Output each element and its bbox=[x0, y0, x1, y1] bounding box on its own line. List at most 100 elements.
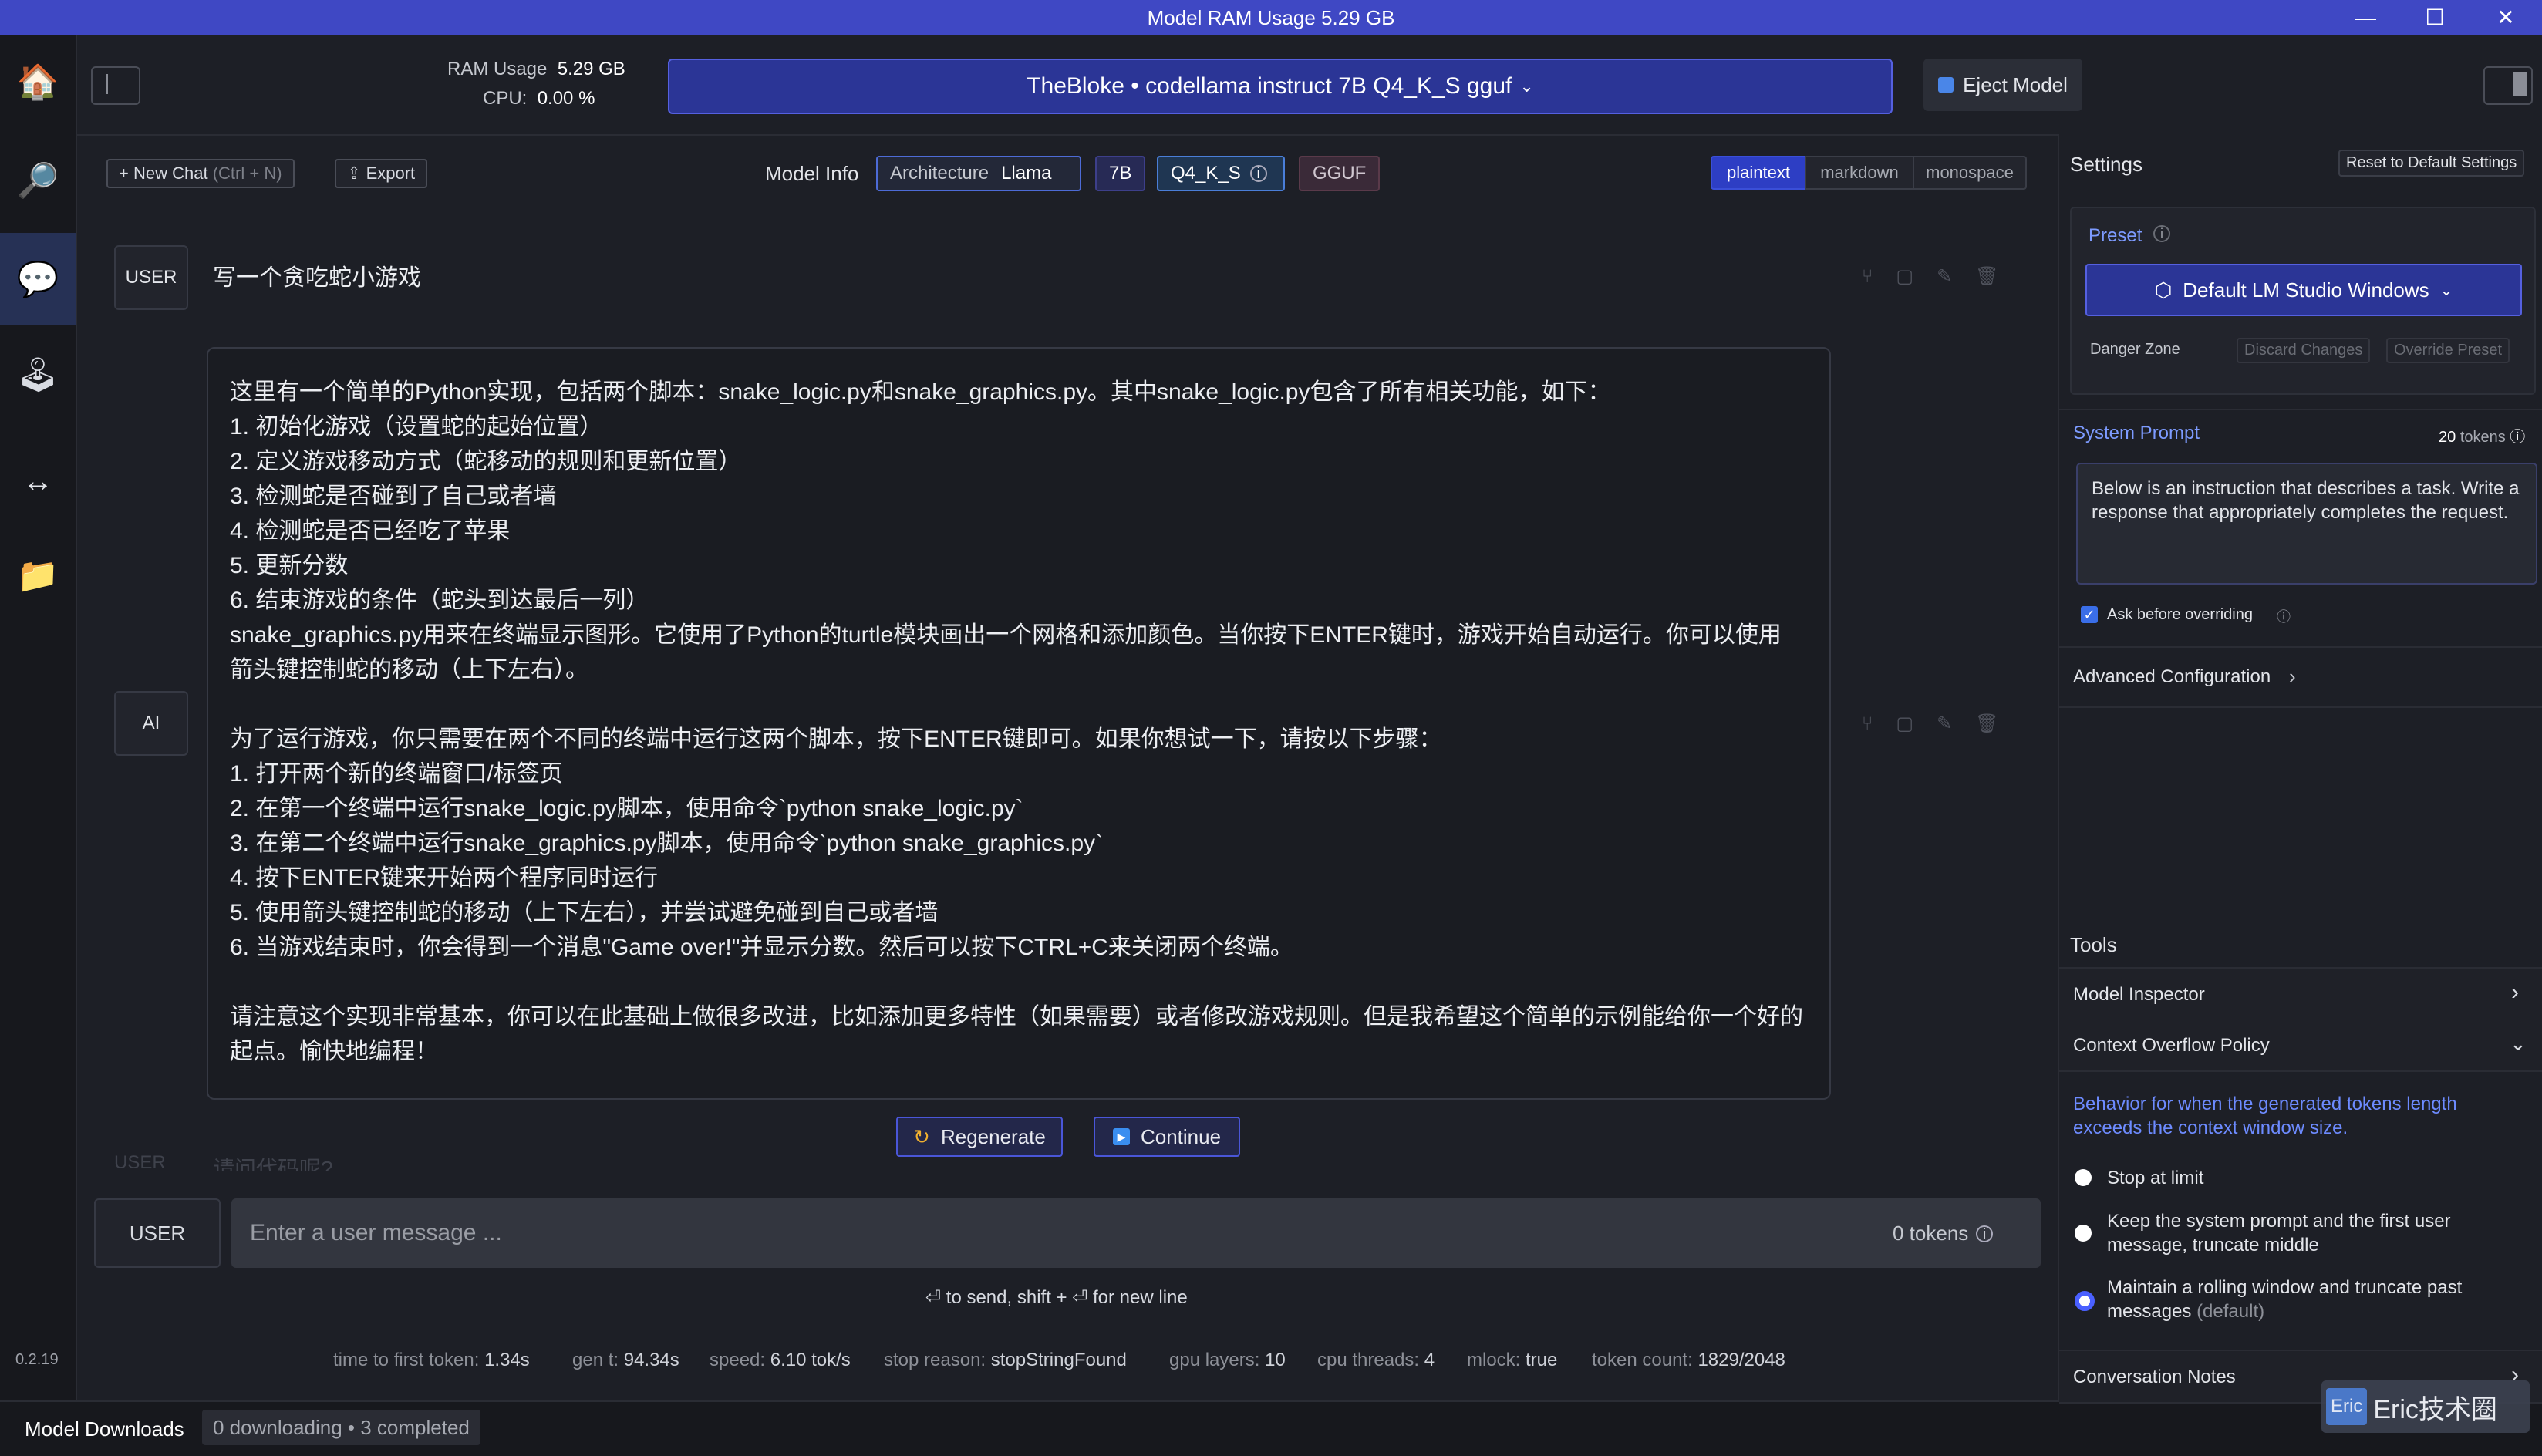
settings-panel: Settings Reset to Default Settings Prese… bbox=[2058, 134, 2542, 1404]
option-rolling-window-label: Maintain a rolling window and truncate p… bbox=[2107, 1277, 2463, 1322]
stat-gen-time: gen t: 94.34s bbox=[572, 1350, 679, 1371]
chat-icon[interactable]: 💬 bbox=[0, 233, 76, 325]
stat-label: gen t: bbox=[572, 1350, 619, 1370]
stat-label: token count: bbox=[1592, 1350, 1693, 1370]
quant-badge: Q4_K_S i bbox=[1157, 156, 1285, 191]
option-stop-at-limit[interactable]: Stop at limit bbox=[2107, 1168, 2203, 1189]
new-chat-button[interactable]: + New Chat (Ctrl + N) bbox=[106, 159, 295, 188]
render-monospace[interactable]: monospace bbox=[1913, 156, 2027, 190]
advanced-config-link[interactable]: Advanced Configuration bbox=[2073, 666, 2271, 688]
divider bbox=[2059, 409, 2542, 410]
watermark-text: Eric技术圈 bbox=[2373, 1394, 2497, 1424]
stat-first-token: time to first token: 1.34s bbox=[333, 1350, 530, 1371]
bottom-bar: Model Downloads 0 downloading • 3 comple… bbox=[0, 1400, 2542, 1456]
ai-message-line: 2. 定义游戏移动方式（蛇移动的规则和更新位置） bbox=[230, 449, 742, 474]
ai-message-line: 5. 更新分数 bbox=[230, 553, 349, 578]
title-bar: Model RAM Usage 5.29 GB — ☐ ✕ bbox=[0, 0, 2542, 35]
ram-label: RAM Usage bbox=[447, 59, 548, 79]
regenerate-icon: ↻ bbox=[913, 1124, 930, 1148]
tools-title: Tools bbox=[2070, 933, 2117, 956]
architecture-label: Architecture bbox=[890, 163, 989, 184]
user-message-input[interactable] bbox=[231, 1198, 2041, 1268]
home-icon[interactable]: 🏠 bbox=[0, 35, 76, 128]
playground-icon[interactable]: 🕹 bbox=[0, 329, 76, 421]
chevron-down-icon: ⌄ bbox=[2439, 281, 2453, 299]
stat-label: speed: bbox=[710, 1350, 766, 1370]
continue-button[interactable]: ▶ Continue bbox=[1094, 1117, 1240, 1157]
ai-message-line: 请注意这个实现非常基本，你可以在此基础上做很多改进，比如添加更多特性（如果需要）… bbox=[230, 1004, 1803, 1030]
input-tokens: 0 tokens bbox=[1893, 1222, 1969, 1245]
danger-zone-label: Danger Zone bbox=[2090, 341, 2180, 358]
cpu-value: 0.00 % bbox=[537, 88, 595, 109]
radio-stop-at-limit[interactable] bbox=[2075, 1169, 2092, 1186]
preset-label: Preset bbox=[2089, 225, 2142, 246]
message-actions[interactable]: ⑂▢✎🗑 bbox=[1862, 265, 2022, 288]
new-chat-label: New Chat bbox=[133, 163, 208, 183]
discard-changes-button[interactable]: Discard Changes bbox=[2237, 338, 2371, 363]
preset-selector[interactable]: ⬡ Default LM Studio Windows ⌄ bbox=[2085, 264, 2522, 316]
stat-value: 1829/2048 bbox=[1697, 1350, 1785, 1370]
model-selector[interactable]: TheBloke • codellama instruct 7B Q4_K_S … bbox=[668, 59, 1893, 114]
eject-model-button[interactable]: Eject Model bbox=[1923, 59, 2082, 111]
info-icon[interactable]: i bbox=[1976, 1225, 1994, 1242]
plus-icon: + bbox=[119, 163, 129, 183]
settings-title: Settings bbox=[2070, 153, 2142, 176]
stat-label: gpu layers: bbox=[1169, 1350, 1260, 1370]
format-badge: GGUF bbox=[1299, 156, 1381, 191]
radio-rolling-window[interactable] bbox=[2075, 1291, 2095, 1311]
ask-before-overriding-checkbox[interactable]: ✓ bbox=[2081, 606, 2098, 623]
override-preset-button[interactable]: Override Preset bbox=[2386, 338, 2510, 363]
stat-value: stopStringFound bbox=[990, 1350, 1127, 1370]
ai-message-line: 6. 当游戏结束时，你会得到一个消息"Game over!"并显示分数。然后可以… bbox=[230, 935, 1293, 960]
radio-truncate-middle[interactable] bbox=[2075, 1225, 2092, 1242]
regenerate-label: Regenerate bbox=[940, 1124, 1046, 1148]
input-role-badge[interactable]: USER bbox=[94, 1198, 221, 1268]
ai-role-badge[interactable]: AI bbox=[114, 691, 188, 756]
close-button[interactable]: ✕ bbox=[2471, 0, 2540, 35]
context-overflow-row[interactable]: Context Overflow Policy ⌄ bbox=[2059, 1020, 2542, 1072]
model-downloads-label[interactable]: Model Downloads bbox=[25, 1417, 184, 1441]
quant-label: Q4_K_S bbox=[1171, 163, 1241, 184]
ai-message-actions[interactable]: ⑂▢✎🗑 bbox=[1862, 713, 2022, 735]
export-button[interactable]: ⇪ Export bbox=[335, 159, 428, 188]
play-icon: ▶ bbox=[1112, 1128, 1130, 1145]
toggle-sidebar-icon[interactable] bbox=[91, 66, 140, 105]
info-icon[interactable]: i bbox=[1249, 165, 1267, 182]
maximize-button[interactable]: ☐ bbox=[2400, 0, 2470, 35]
info-icon[interactable]: i bbox=[2153, 225, 2170, 242]
ai-message-line: 起点。愉快地编程！ bbox=[230, 1039, 438, 1064]
search-icon[interactable]: 🔎 bbox=[0, 134, 76, 227]
architecture-badge: Architecture Llama bbox=[876, 156, 1081, 191]
server-arrows-icon[interactable]: ↔ bbox=[0, 435, 76, 527]
option-truncate-middle[interactable]: Keep the system prompt and the first use… bbox=[2107, 1209, 2523, 1257]
system-prompt-tokens: 20 bbox=[2439, 429, 2456, 446]
regenerate-button[interactable]: ↻ Regenerate bbox=[896, 1117, 1063, 1157]
chevron-down-icon: ⌄ bbox=[1519, 76, 1534, 96]
stat-gpu-layers: gpu layers: 10 bbox=[1169, 1350, 1286, 1371]
minimize-button[interactable]: — bbox=[2331, 0, 2400, 35]
stat-value: 6.10 tok/s bbox=[770, 1350, 851, 1370]
stat-label: mlock: bbox=[1467, 1350, 1521, 1370]
ai-message-line: 4. 按下ENTER键来开始两个程序同时运行 bbox=[230, 865, 659, 891]
ai-message-line: 3. 在第二个终端中运行snake_graphics.py脚本，使用命令`pyt… bbox=[230, 831, 1104, 856]
reset-defaults-button[interactable]: Reset to Default Settings bbox=[2338, 150, 2525, 177]
chevron-right-icon[interactable]: › bbox=[2289, 665, 2296, 689]
folder-icon[interactable]: 📁 bbox=[0, 529, 76, 622]
stat-token-count: token count: 1829/2048 bbox=[1592, 1350, 1785, 1371]
system-prompt-input[interactable] bbox=[2076, 463, 2537, 585]
eject-icon bbox=[1938, 77, 1954, 93]
info-icon[interactable]: ⓘ bbox=[2277, 606, 2291, 626]
downloads-status[interactable]: 0 downloading • 3 completed bbox=[202, 1410, 480, 1445]
architecture-value: Llama bbox=[1001, 163, 1052, 184]
model-inspector-row[interactable]: Model Inspector › bbox=[2059, 967, 2542, 1021]
toggle-settings-panel-icon[interactable] bbox=[2483, 66, 2533, 105]
ai-message-line: snake_graphics.py用来在终端显示图形。它使用了Python的tu… bbox=[230, 622, 1782, 648]
chevron-down-icon: ⌄ bbox=[2510, 1032, 2527, 1055]
user-role-badge[interactable]: USER bbox=[114, 245, 188, 310]
watermark-logo: Eric bbox=[2326, 1388, 2368, 1425]
render-markdown[interactable]: markdown bbox=[1805, 156, 1914, 190]
export-label: Export bbox=[366, 163, 416, 183]
option-rolling-window[interactable]: Maintain a rolling window and truncate p… bbox=[2107, 1276, 2523, 1323]
stat-label: stop reason: bbox=[884, 1350, 986, 1370]
render-plaintext[interactable]: plaintext bbox=[1711, 156, 1806, 190]
